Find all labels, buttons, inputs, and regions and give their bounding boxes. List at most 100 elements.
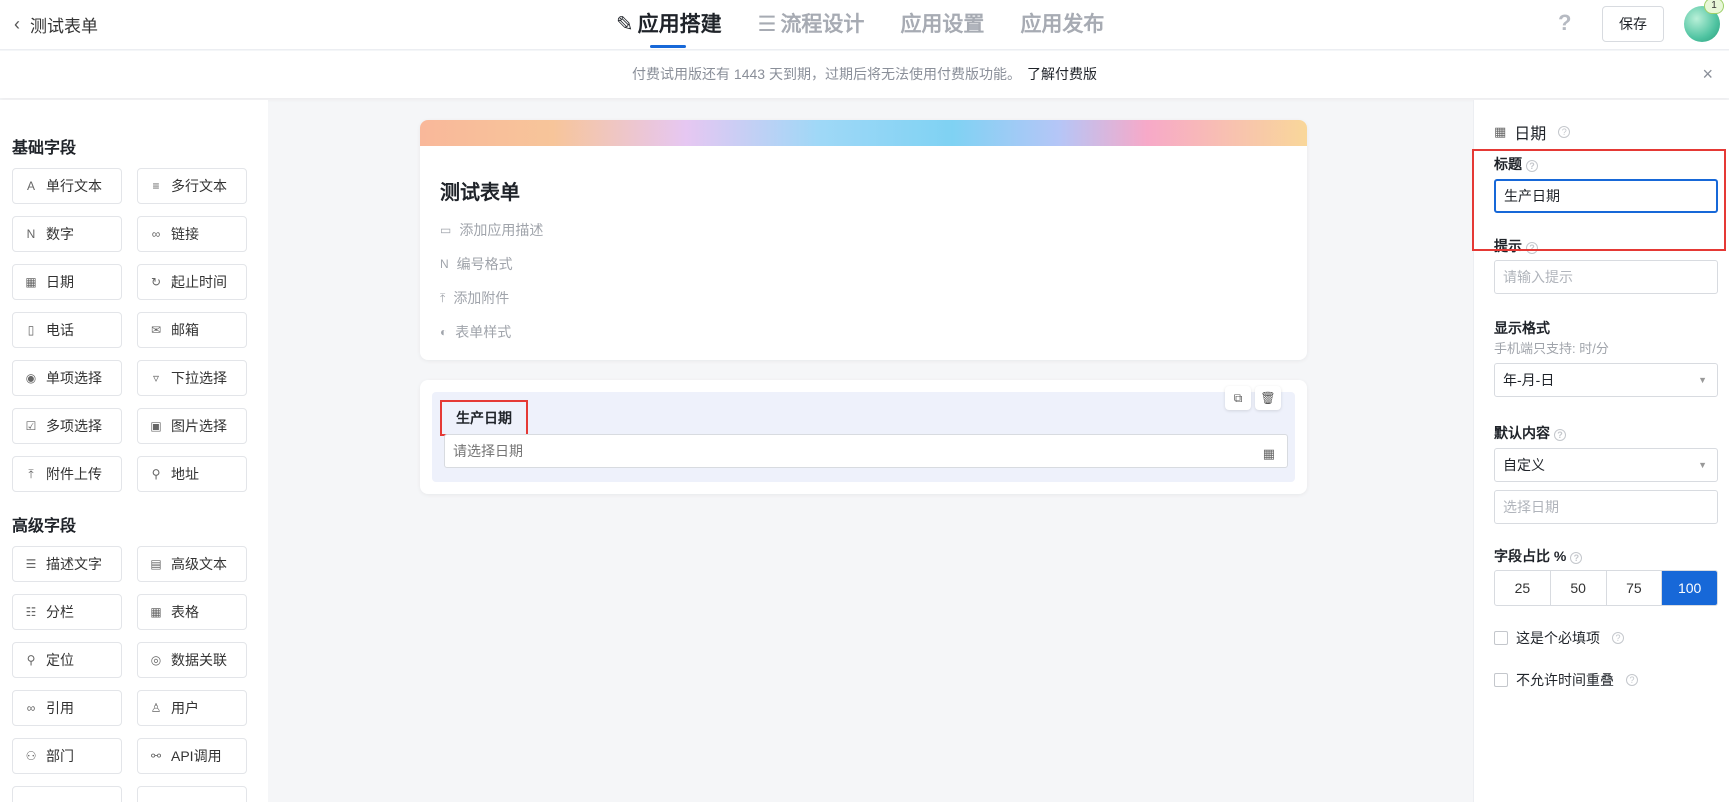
- format-label: 显示格式: [1494, 320, 1550, 336]
- no-overlap-checkbox[interactable]: 不允许时间重叠 ?: [1494, 670, 1638, 690]
- field-department[interactable]: ⚇ 部门: [12, 738, 122, 774]
- save-button[interactable]: 保存: [1602, 6, 1664, 42]
- list-icon: ☰: [757, 13, 777, 36]
- add-description-link[interactable]: ▭ 添加应用描述: [440, 220, 543, 240]
- help-icon[interactable]: ?: [1554, 429, 1566, 441]
- tab-flow-design[interactable]: ☰ 流程设计: [758, 0, 865, 50]
- image-icon: ▣: [150, 419, 162, 433]
- data-link-icon: ◎: [150, 653, 162, 667]
- default-date-input[interactable]: [1494, 490, 1718, 524]
- field-partial[interactable]: [137, 786, 247, 802]
- field-columns[interactable]: ☷ 分栏: [12, 594, 122, 630]
- field-dropdown[interactable]: ▿ 下拉选择: [137, 360, 247, 396]
- help-icon[interactable]: ?: [1558, 10, 1571, 36]
- hint-input[interactable]: [1494, 260, 1718, 294]
- link-icon: ∞: [151, 227, 161, 241]
- notification-badge: 1: [1704, 0, 1724, 14]
- table-icon: ▦: [150, 605, 162, 619]
- dropdown-icon: ▿: [152, 371, 160, 385]
- calendar-icon: ▦: [1494, 124, 1507, 139]
- date-picker-input[interactable]: [444, 434, 1288, 468]
- date-field-selected[interactable]: 生产日期 ⧉ 🗑 ▦: [432, 386, 1295, 482]
- address-icon: ⚲: [151, 467, 161, 481]
- default-label: 默认内容?: [1494, 423, 1566, 443]
- checkbox-icon[interactable]: [1494, 631, 1508, 645]
- field-api-call[interactable]: ⚯ API调用: [137, 738, 247, 774]
- field-time-range[interactable]: ↻ 起止时间: [137, 264, 247, 300]
- upgrade-link[interactable]: 了解付费版: [1027, 66, 1097, 82]
- main-tabs: ✎ 应用搭建 ☰ 流程设计 应用设置 应用发布: [616, 0, 1104, 50]
- tab-app-publish[interactable]: 应用发布: [1020, 0, 1104, 50]
- field-rich-text[interactable]: ▤ 高级文本: [137, 546, 247, 582]
- field-user[interactable]: ♙ 用户: [137, 690, 247, 726]
- phone-icon: ▯: [27, 323, 35, 337]
- field-multi-choice[interactable]: ☑ 多项选择: [12, 408, 122, 444]
- field-single-choice[interactable]: ◉ 单项选择: [12, 360, 122, 396]
- help-icon[interactable]: ?: [1570, 552, 1583, 564]
- field-partial[interactable]: [12, 786, 122, 802]
- ratio-label: 字段占比 %?: [1494, 546, 1583, 566]
- field-email[interactable]: ✉ 邮箱: [137, 312, 247, 348]
- api-icon: ⚯: [150, 749, 162, 763]
- field-reference[interactable]: ∞ 引用: [12, 690, 122, 726]
- advanced-fields-title: 高级字段: [12, 518, 77, 535]
- add-attachment-link[interactable]: ⤒ 添加附件: [440, 288, 509, 308]
- field-data-link[interactable]: ◎ 数据关联: [137, 642, 247, 678]
- default-select[interactable]: 自定义 ▼: [1494, 448, 1718, 482]
- field-date[interactable]: ▦ 日期: [12, 264, 122, 300]
- format-sub-label: 手机端只支持: 时/分: [1494, 341, 1609, 356]
- field-link[interactable]: ∞ 链接: [137, 216, 247, 252]
- delete-icon[interactable]: 🗑: [1255, 386, 1281, 410]
- field-table[interactable]: ▦ 表格: [137, 594, 247, 630]
- description-icon: ▭: [440, 223, 452, 237]
- tab-app-build[interactable]: ✎ 应用搭建: [616, 0, 722, 50]
- help-icon[interactable]: ?: [1612, 632, 1624, 644]
- checkbox-icon[interactable]: [1494, 673, 1508, 687]
- panel-title: ▦ 日期 ?: [1494, 120, 1571, 144]
- chevron-left-icon: ‹: [14, 14, 20, 34]
- tab-app-settings[interactable]: 应用设置: [900, 0, 984, 50]
- help-icon[interactable]: ?: [1626, 674, 1638, 686]
- single-text-icon: A: [26, 179, 35, 193]
- close-icon[interactable]: ×: [1702, 51, 1713, 98]
- format-select[interactable]: 年-月-日 ▼: [1494, 363, 1718, 397]
- field-phone[interactable]: ▯ 电话: [12, 312, 122, 348]
- top-bar: ‹ 测试表单 ✎ 应用搭建 ☰ 流程设计 应用设置 应用发布 ? 保存 1: [0, 0, 1729, 50]
- field-location[interactable]: ⚲ 定位: [12, 642, 122, 678]
- date-field-card[interactable]: 生产日期 ⧉ 🗑 ▦: [420, 380, 1307, 494]
- number-icon: N: [26, 227, 36, 241]
- field-image-choice[interactable]: ▣ 图片选择: [137, 408, 247, 444]
- field-description[interactable]: ☰ 描述文字: [12, 546, 122, 582]
- field-single-text[interactable]: A 单行文本: [12, 168, 122, 204]
- department-icon: ⚇: [25, 749, 37, 763]
- chevron-down-icon: ▼: [1698, 375, 1707, 385]
- number-format-link[interactable]: N 编号格式: [440, 254, 513, 274]
- help-icon[interactable]: ?: [1558, 126, 1571, 138]
- field-tools: ⧉ 🗑: [1225, 386, 1281, 410]
- columns-icon: ☷: [25, 605, 37, 619]
- required-checkbox[interactable]: 这是个必填项 ?: [1494, 628, 1624, 648]
- time-range-icon: ↻: [150, 275, 162, 289]
- calendar-icon: ▦: [25, 275, 37, 289]
- rich-text-icon: ▤: [150, 557, 162, 571]
- basic-fields-title: 基础字段: [12, 140, 77, 157]
- ratio-option-100[interactable]: 100: [1662, 571, 1717, 605]
- trial-notice-text: 付费试用版还有 1443 天到期，过期后将无法使用付费版功能。: [632, 66, 1021, 82]
- title-highlight-box: [1472, 149, 1726, 251]
- app-title: 测试表单: [30, 17, 98, 36]
- form-style-link[interactable]: ◐ 表单样式: [440, 322, 511, 342]
- back-button[interactable]: ‹ 测试表单: [14, 12, 98, 37]
- ratio-option-25[interactable]: 25: [1495, 571, 1551, 605]
- field-number[interactable]: N 数字: [12, 216, 122, 252]
- mail-icon: ✉: [150, 323, 162, 337]
- ratio-option-50[interactable]: 50: [1551, 571, 1607, 605]
- copy-icon[interactable]: ⧉: [1225, 386, 1251, 410]
- field-address[interactable]: ⚲ 地址: [137, 456, 247, 492]
- upload-icon: ⤒: [28, 467, 34, 481]
- trial-notice-bar: 付费试用版还有 1443 天到期，过期后将无法使用付费版功能。 了解付费版 ×: [0, 51, 1729, 98]
- field-upload[interactable]: ⤒ 附件上传: [12, 456, 122, 492]
- ratio-option-75[interactable]: 75: [1607, 571, 1663, 605]
- form-title[interactable]: 测试表单: [440, 176, 520, 205]
- field-multi-text[interactable]: ≡ 多行文本: [137, 168, 247, 204]
- checkbox-icon: ☑: [25, 419, 37, 433]
